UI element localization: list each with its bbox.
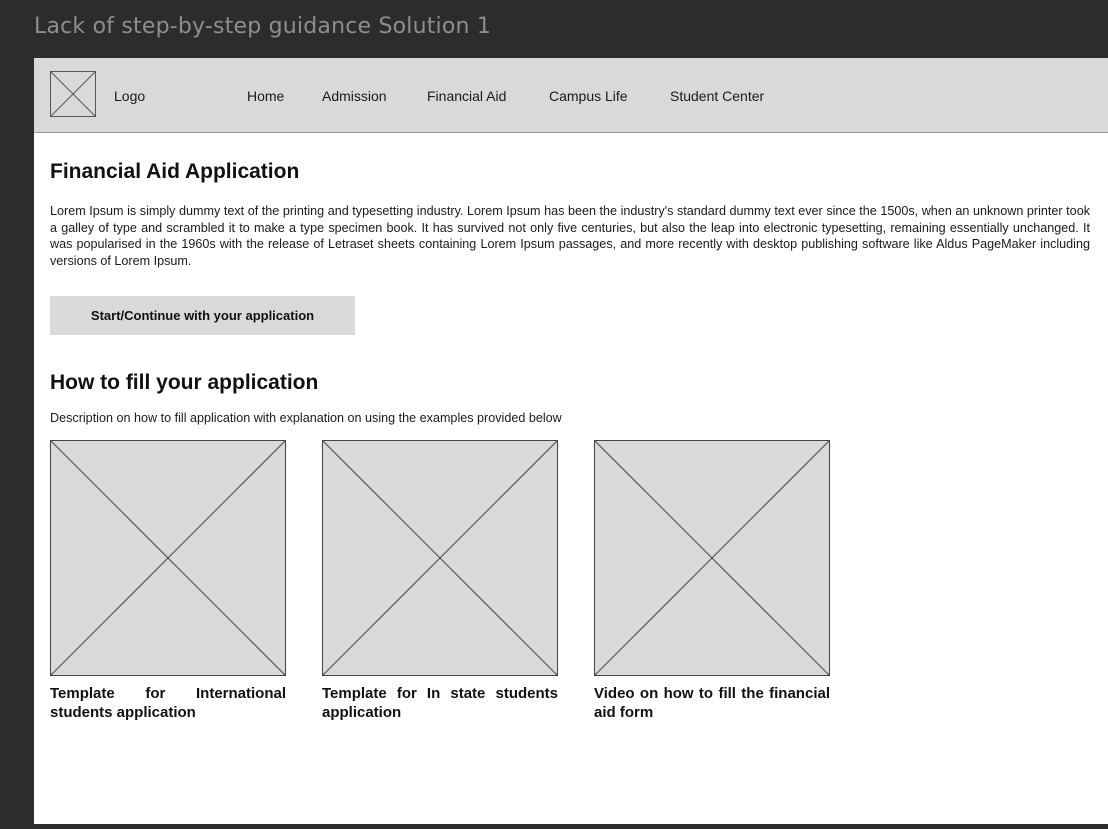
intro-paragraph: Lorem Ipsum is simply dummy text of the … xyxy=(50,204,1090,268)
nav-item-home[interactable]: Home xyxy=(247,88,284,104)
nav-item-financial-aid[interactable]: Financial Aid xyxy=(427,88,506,104)
how-to-fill-description: Description on how to fill application w… xyxy=(50,411,562,425)
logo-placeholder-icon[interactable] xyxy=(50,71,96,117)
nav-item-campus-life[interactable]: Campus Life xyxy=(549,88,628,104)
card-caption: Template for In state students applicati… xyxy=(322,685,558,721)
card-caption: Template for International students appl… xyxy=(50,685,286,721)
card-international-template[interactable]: Template for International students appl… xyxy=(50,440,286,722)
card-caption: Video on how to fill the financial aid f… xyxy=(594,685,830,721)
video-placeholder-icon[interactable] xyxy=(594,440,830,676)
nav-item-student-center[interactable]: Student Center xyxy=(670,88,764,104)
image-placeholder-icon[interactable] xyxy=(322,440,558,676)
frame-title: Lack of step-by-step guidance Solution 1 xyxy=(34,14,492,39)
start-continue-application-button[interactable]: Start/Continue with your application xyxy=(50,296,355,335)
how-to-fill-title: How to fill your application xyxy=(50,371,319,394)
nav-item-admission[interactable]: Admission xyxy=(322,88,387,104)
logo-label[interactable]: Logo xyxy=(114,88,145,104)
page-title: Financial Aid Application xyxy=(50,160,300,183)
image-placeholder-icon[interactable] xyxy=(50,440,286,676)
top-navbar: Logo Home Admission Financial Aid Campus… xyxy=(34,58,1108,133)
card-video-guide[interactable]: Video on how to fill the financial aid f… xyxy=(594,440,830,722)
wireframe-canvas: Logo Home Admission Financial Aid Campus… xyxy=(34,58,1108,824)
card-in-state-template[interactable]: Template for In state students applicati… xyxy=(322,440,558,722)
